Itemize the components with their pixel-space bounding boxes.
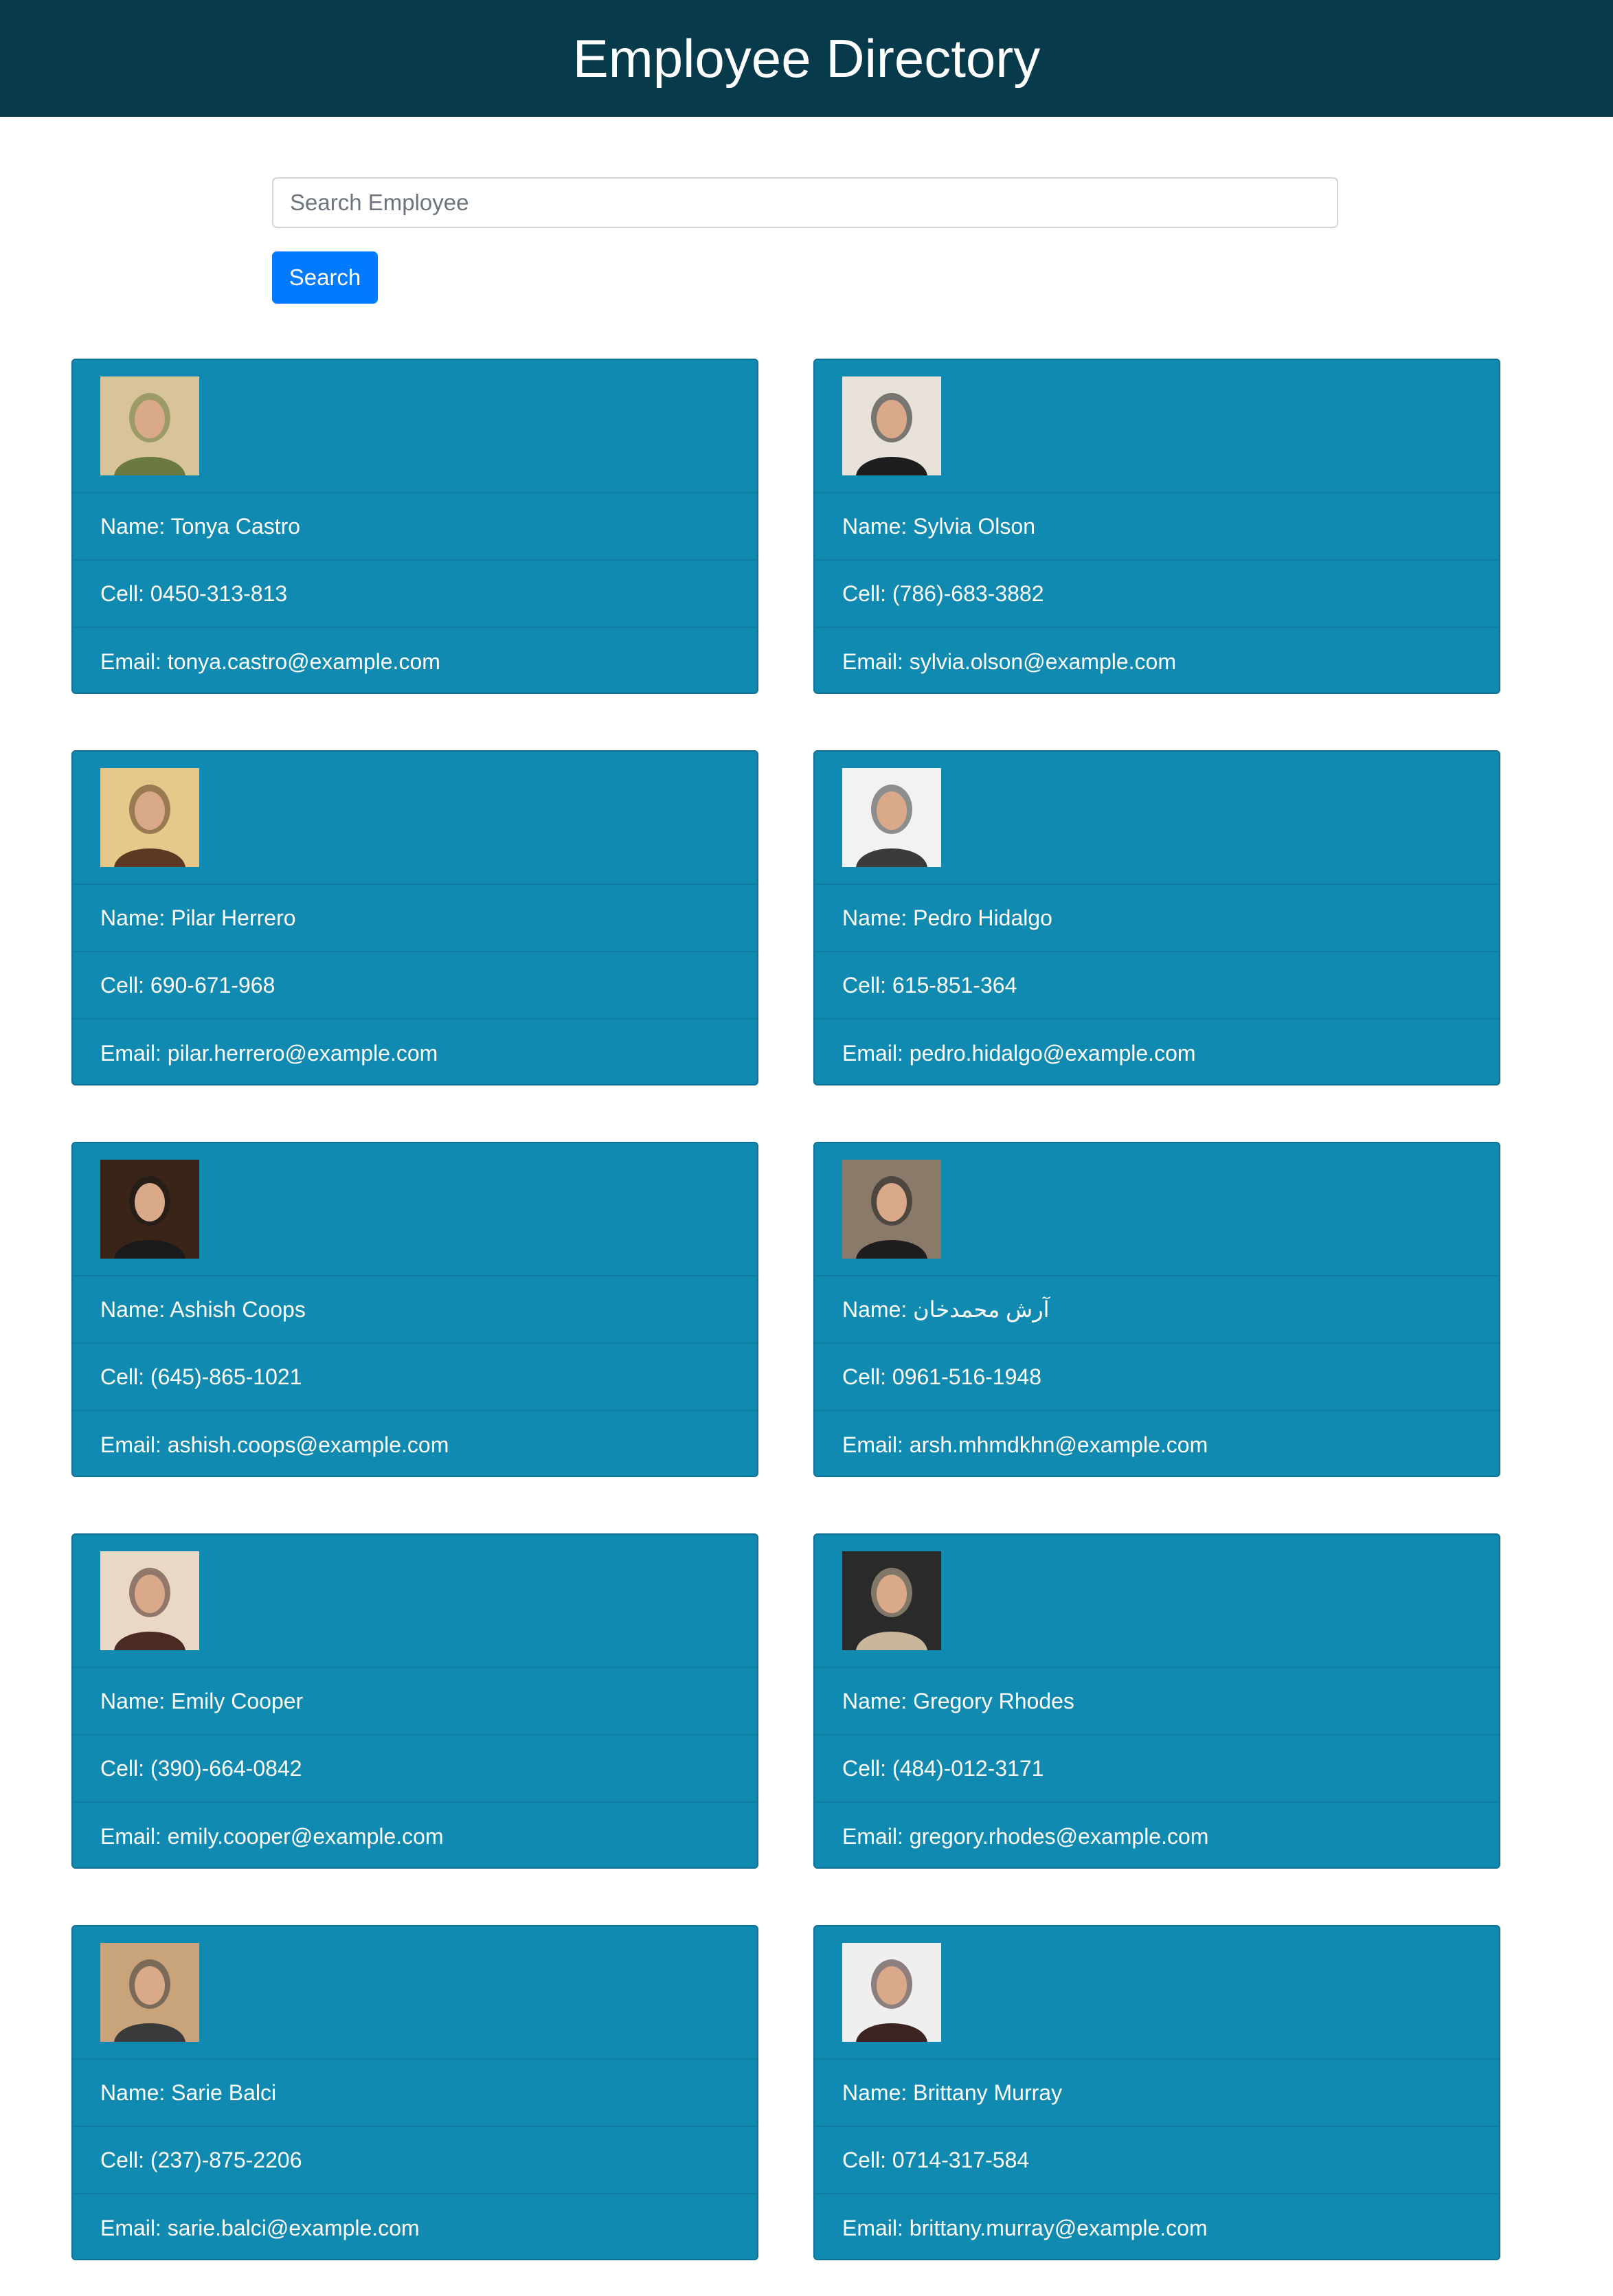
employee-email: Email: pilar.herrero@example.com [100, 1040, 438, 1066]
employee-card: Name: آرش محمدخان Cell: 0961-516-1948 Emai… [813, 1142, 1500, 1477]
employee-card: Name: Sarie Balci Cell: (237)-875-2206 Ema… [71, 1925, 758, 2260]
avatar [100, 1943, 199, 2042]
employee-email: Email: gregory.rhodes@example.com [842, 1823, 1209, 1849]
employee-cell: Cell: (484)-012-3171 [815, 1735, 1499, 1803]
avatar [100, 768, 199, 867]
employee-name: Name: Tonya Castro [73, 493, 757, 561]
employee-photo-row [73, 1926, 757, 2060]
employee-card: Name: Pilar Herrero Cell: 690-671-968 Emai… [71, 750, 758, 1085]
search-input[interactable] [272, 177, 1338, 228]
employee-photo-row [73, 360, 757, 493]
employee-photo-row [815, 1535, 1499, 1668]
employee-card: Name: Gregory Rhodes Cell: (484)-012-3171… [813, 1533, 1500, 1869]
employee-name: Name: Brittany Murray [815, 2060, 1499, 2127]
employee-cell: Cell: 615-851-364 [815, 952, 1499, 1020]
employee-cell: Cell: 0714-317-584 [815, 2127, 1499, 2194]
employee-cell: Cell: 690-671-968 [73, 952, 757, 1020]
employee-photo-row [815, 752, 1499, 885]
employee-name: Name: Pedro Hidalgo [815, 885, 1499, 952]
employee-name: Name: Ashish Coops [73, 1276, 757, 1344]
employee-email: Email: pedro.hidalgo@example.com [842, 1040, 1196, 1066]
employee-card: Name: Brittany Murray Cell: 0714-317-584 E… [813, 1925, 1500, 2260]
employee-name: Name: آرش محمدخان [815, 1276, 1499, 1344]
employee-card: Name: Emily Cooper Cell: (390)-664-0842 Em… [71, 1533, 758, 1869]
avatar [100, 376, 199, 475]
employee-grid: Name: Tonya Castro Cell: 0450-313-813 Emai… [71, 359, 1500, 2260]
employee-name: Name: Sarie Balci [73, 2060, 757, 2127]
employee-cell: Cell: (390)-664-0842 [73, 1735, 757, 1803]
employee-photo-row [815, 360, 1499, 493]
employee-email: Email: brittany.murray@example.com [842, 2215, 1208, 2240]
employee-email: Email: emily.cooper@example.com [100, 1823, 444, 1849]
page-title: Employee Directory [572, 27, 1041, 89]
employee-card: Name: Sylvia Olson Cell: (786)-683-3882 Em… [813, 359, 1500, 694]
employee-cell: Cell: (645)-865-1021 [73, 1344, 757, 1411]
avatar [100, 1551, 199, 1650]
employee-photo-row [73, 1535, 757, 1668]
employee-cell: Cell: 0961-516-1948 [815, 1344, 1499, 1411]
avatar [842, 1943, 941, 2042]
employee-cell: Cell: 0450-313-813 [73, 561, 757, 628]
employee-email: Email: arsh.mhmdkhn@example.com [842, 1432, 1208, 1457]
avatar [100, 1160, 199, 1259]
avatar [842, 1551, 941, 1650]
employee-name: Name: Sylvia Olson [815, 493, 1499, 561]
employee-card: Name: Tonya Castro Cell: 0450-313-813 Emai… [71, 359, 758, 694]
employee-card: Name: Ashish Coops Cell: (645)-865-1021 Em… [71, 1142, 758, 1477]
employee-email: Email: sarie.balci@example.com [100, 2215, 420, 2240]
avatar [842, 376, 941, 475]
employee-cell: Cell: (237)-875-2206 [73, 2127, 757, 2194]
employee-photo-row [73, 1143, 757, 1276]
page-header: Employee Directory [0, 0, 1613, 117]
employee-name: Name: Pilar Herrero [73, 885, 757, 952]
employee-email: Email: sylvia.olson@example.com [842, 649, 1176, 674]
employee-photo-row [815, 1143, 1499, 1276]
employee-card: Name: Pedro Hidalgo Cell: 615-851-364 Emai… [813, 750, 1500, 1085]
avatar [842, 768, 941, 867]
employee-email: Email: tonya.castro@example.com [100, 649, 440, 674]
employee-name: Name: Gregory Rhodes [815, 1668, 1499, 1735]
employee-name: Name: Emily Cooper [73, 1668, 757, 1735]
employee-email: Email: ashish.coops@example.com [100, 1432, 449, 1457]
avatar [842, 1160, 941, 1259]
employee-photo-row [815, 1926, 1499, 2060]
search-button[interactable]: Search [272, 251, 378, 304]
employee-cell: Cell: (786)-683-3882 [815, 561, 1499, 628]
employee-photo-row [73, 752, 757, 885]
